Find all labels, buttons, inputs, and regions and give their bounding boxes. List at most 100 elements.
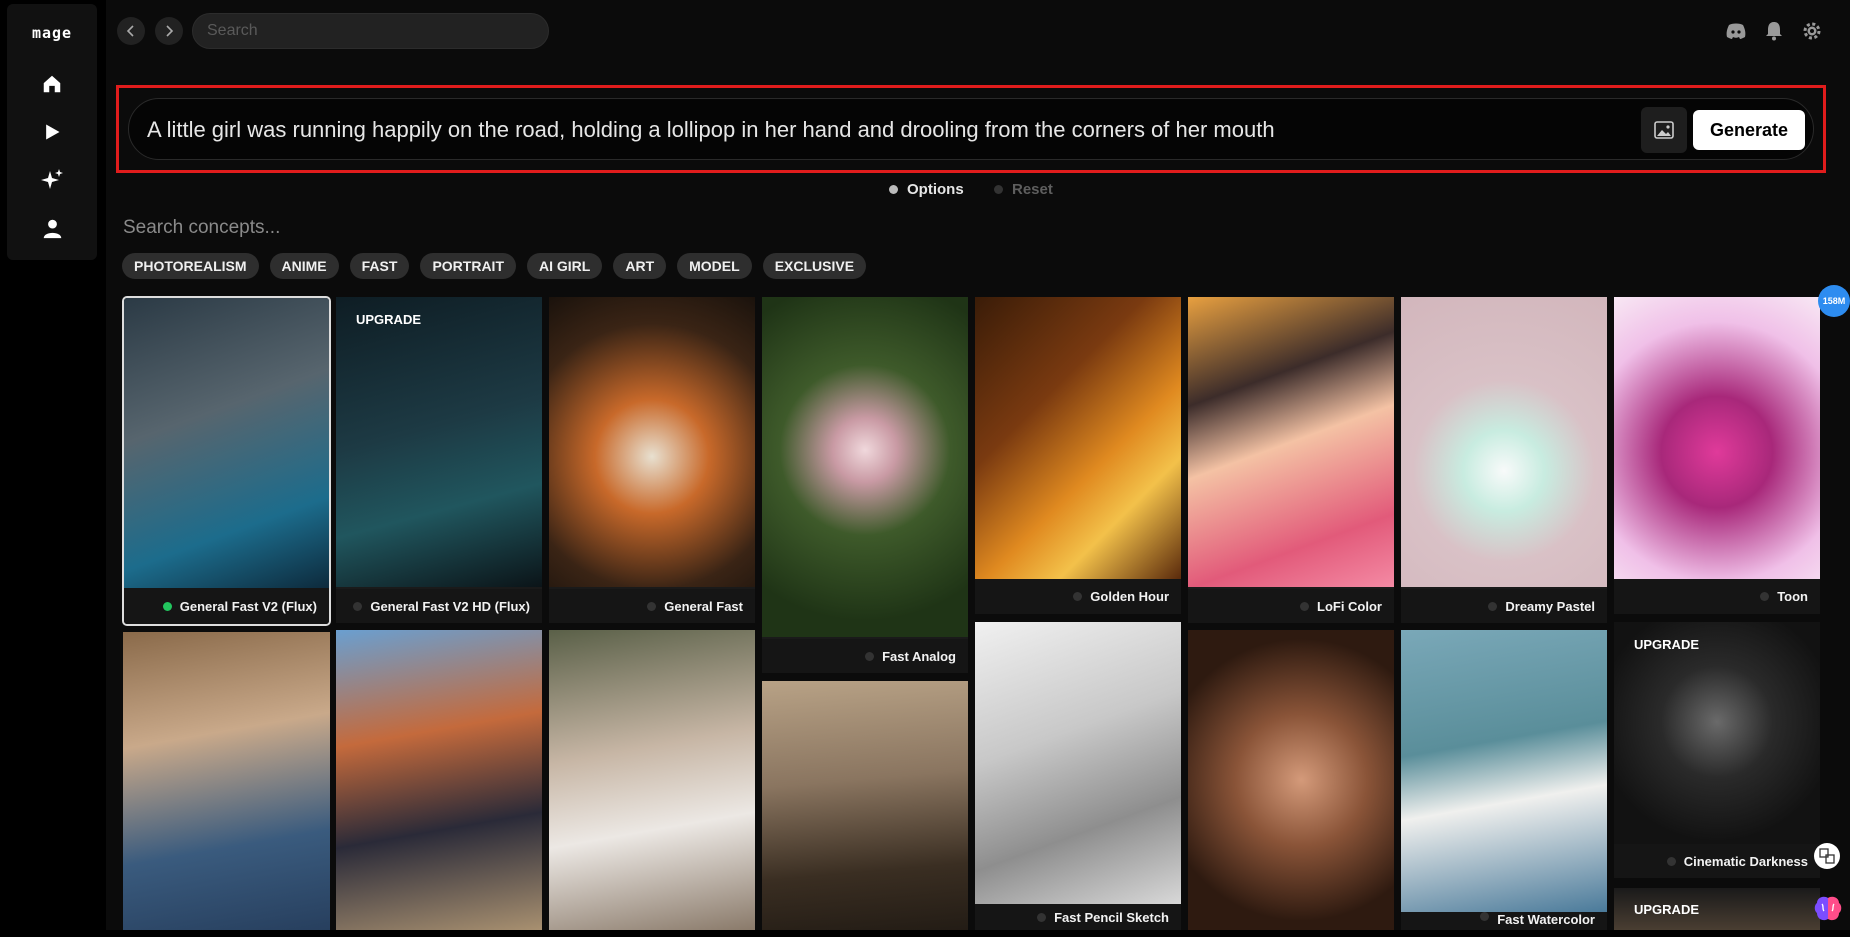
- image-icon: [1654, 121, 1674, 139]
- translate-button[interactable]: [1814, 843, 1840, 869]
- status-dot: [1037, 912, 1047, 922]
- options-label: Options: [907, 181, 964, 198]
- model-card-realistic-portrait[interactable]: [1188, 630, 1394, 930]
- model-card-general-fast-v2-hd[interactable]: UPGRADE General Fast V2 HD (Flux): [336, 297, 542, 623]
- model-label: Fast Analog: [762, 639, 968, 673]
- model-thumbnail: [762, 681, 968, 930]
- model-name: General Fast V2 HD (Flux): [370, 598, 530, 614]
- model-name: General Fast: [664, 598, 743, 614]
- model-label: Golden Hour: [975, 579, 1181, 614]
- model-card-anime-girl[interactable]: [336, 630, 542, 930]
- model-thumbnail: [1614, 297, 1820, 579]
- chevron-right-icon: [166, 25, 174, 37]
- model-card-cat[interactable]: [123, 632, 330, 930]
- discord-button[interactable]: [1724, 19, 1748, 43]
- model-thumbnail: [124, 298, 329, 588]
- model-name: LoFi Color: [1317, 598, 1382, 614]
- back-button[interactable]: [117, 17, 145, 45]
- model-thumbnail: [336, 630, 542, 930]
- model-label: General Fast: [549, 589, 755, 623]
- credits-badge: 158M: [1818, 285, 1850, 317]
- model-card-dreamy-pastel[interactable]: Dreamy Pastel: [1401, 297, 1607, 623]
- sidebar-item-home[interactable]: [32, 64, 72, 104]
- model-thumbnail: [1401, 630, 1607, 912]
- tag-fast[interactable]: FAST: [349, 253, 410, 279]
- tag-photorealism[interactable]: PHOTOREALISM: [122, 253, 259, 279]
- image-upload-button[interactable]: [1641, 107, 1687, 153]
- forward-button[interactable]: [155, 17, 183, 45]
- sidebar-item-play[interactable]: [32, 112, 72, 152]
- prompt-input[interactable]: A little girl was running happily on the…: [147, 117, 1275, 143]
- model-card-portrait-woman[interactable]: [549, 630, 755, 930]
- tag-art[interactable]: ART: [613, 253, 667, 279]
- model-card-fast-watercolor[interactable]: Fast Watercolor: [1401, 630, 1607, 930]
- brain-icon: [1814, 896, 1842, 921]
- model-card-fast-analog[interactable]: Fast Analog: [762, 297, 968, 673]
- sparkles-icon: [41, 169, 63, 189]
- model-label: General Fast V2 (Flux): [124, 588, 329, 624]
- home-icon: [43, 75, 61, 93]
- status-dot: [1488, 601, 1498, 611]
- model-label: Cinematic Darkness: [1614, 844, 1820, 878]
- reset-button[interactable]: Reset: [994, 181, 1053, 198]
- notifications-button[interactable]: [1762, 19, 1786, 43]
- translate-icon: [1819, 848, 1835, 864]
- model-card-locked[interactable]: UPGRADE: [1614, 888, 1820, 930]
- tag-exclusive[interactable]: EXCLUSIVE: [762, 253, 867, 279]
- model-label: Dreamy Pastel: [1401, 589, 1607, 623]
- chevron-left-icon: [126, 25, 134, 37]
- model-name: Fast Analog: [882, 648, 956, 664]
- model-thumbnail: [975, 622, 1181, 904]
- model-label: Toon: [1614, 579, 1820, 614]
- status-dot: [162, 601, 172, 611]
- status-dot: [1760, 592, 1770, 601]
- model-card-general-fast[interactable]: General Fast: [549, 297, 755, 623]
- search-input[interactable]: [192, 13, 549, 49]
- model-name: Golden Hour: [1090, 589, 1169, 604]
- reset-label: Reset: [1012, 181, 1053, 198]
- model-thumbnail: [762, 297, 968, 637]
- status-dot: [1073, 592, 1083, 601]
- model-name: Toon: [1777, 589, 1808, 604]
- model-card-general-fast-v2[interactable]: General Fast V2 (Flux): [122, 296, 331, 626]
- tag-ai-girl[interactable]: AI GIRL: [527, 253, 603, 279]
- tag-model[interactable]: MODEL: [677, 253, 752, 279]
- status-dot: [1666, 856, 1676, 866]
- tag-anime[interactable]: ANIME: [269, 253, 339, 279]
- model-card-lofi-color[interactable]: LoFi Color: [1188, 297, 1394, 623]
- status-dot: [647, 601, 657, 611]
- options-dot: [889, 185, 898, 194]
- model-name: General Fast V2 (Flux): [179, 598, 317, 614]
- settings-button[interactable]: [1800, 19, 1824, 43]
- concepts-search-input[interactable]: [123, 217, 523, 239]
- model-thumbnail: [975, 297, 1181, 579]
- status-dot: [865, 651, 875, 661]
- model-label: LoFi Color: [1188, 589, 1394, 623]
- sidebar-item-create[interactable]: [32, 160, 72, 200]
- model-card-vintage-portrait[interactable]: [762, 681, 968, 930]
- model-card-golden-hour[interactable]: Golden Hour: [975, 297, 1181, 614]
- prompt-box: A little girl was running happily on the…: [128, 98, 1814, 160]
- model-thumbnail: [336, 297, 542, 587]
- model-thumbnail: [123, 632, 330, 930]
- app-logo[interactable]: mage: [7, 24, 97, 42]
- model-label: Fast Pencil Sketch: [975, 904, 1181, 930]
- generate-button[interactable]: Generate: [1693, 110, 1805, 150]
- model-label: Fast Watercolor: [1401, 912, 1607, 930]
- ai-assistant-button[interactable]: [1808, 889, 1848, 929]
- model-thumbnail: [1188, 297, 1394, 587]
- sidebar-item-profile[interactable]: [32, 208, 72, 248]
- model-card-toon[interactable]: Toon: [1614, 297, 1820, 614]
- gear-icon: [1803, 22, 1821, 40]
- discord-icon: [1726, 23, 1746, 39]
- user-icon: [43, 219, 61, 238]
- model-card-fast-pencil-sketch[interactable]: Fast Pencil Sketch: [975, 622, 1181, 930]
- upgrade-badge: UPGRADE: [356, 312, 422, 327]
- play-icon: [46, 124, 60, 140]
- model-thumbnail: [1188, 630, 1394, 930]
- concept-tags: PHOTOREALISM ANIME FAST PORTRAIT AI GIRL…: [122, 253, 867, 279]
- model-card-cinematic-darkness[interactable]: UPGRADE Cinematic Darkness: [1614, 622, 1820, 878]
- options-toggle[interactable]: Options: [889, 181, 964, 198]
- model-name: Cinematic Darkness: [1683, 853, 1808, 869]
- tag-portrait[interactable]: PORTRAIT: [420, 253, 516, 279]
